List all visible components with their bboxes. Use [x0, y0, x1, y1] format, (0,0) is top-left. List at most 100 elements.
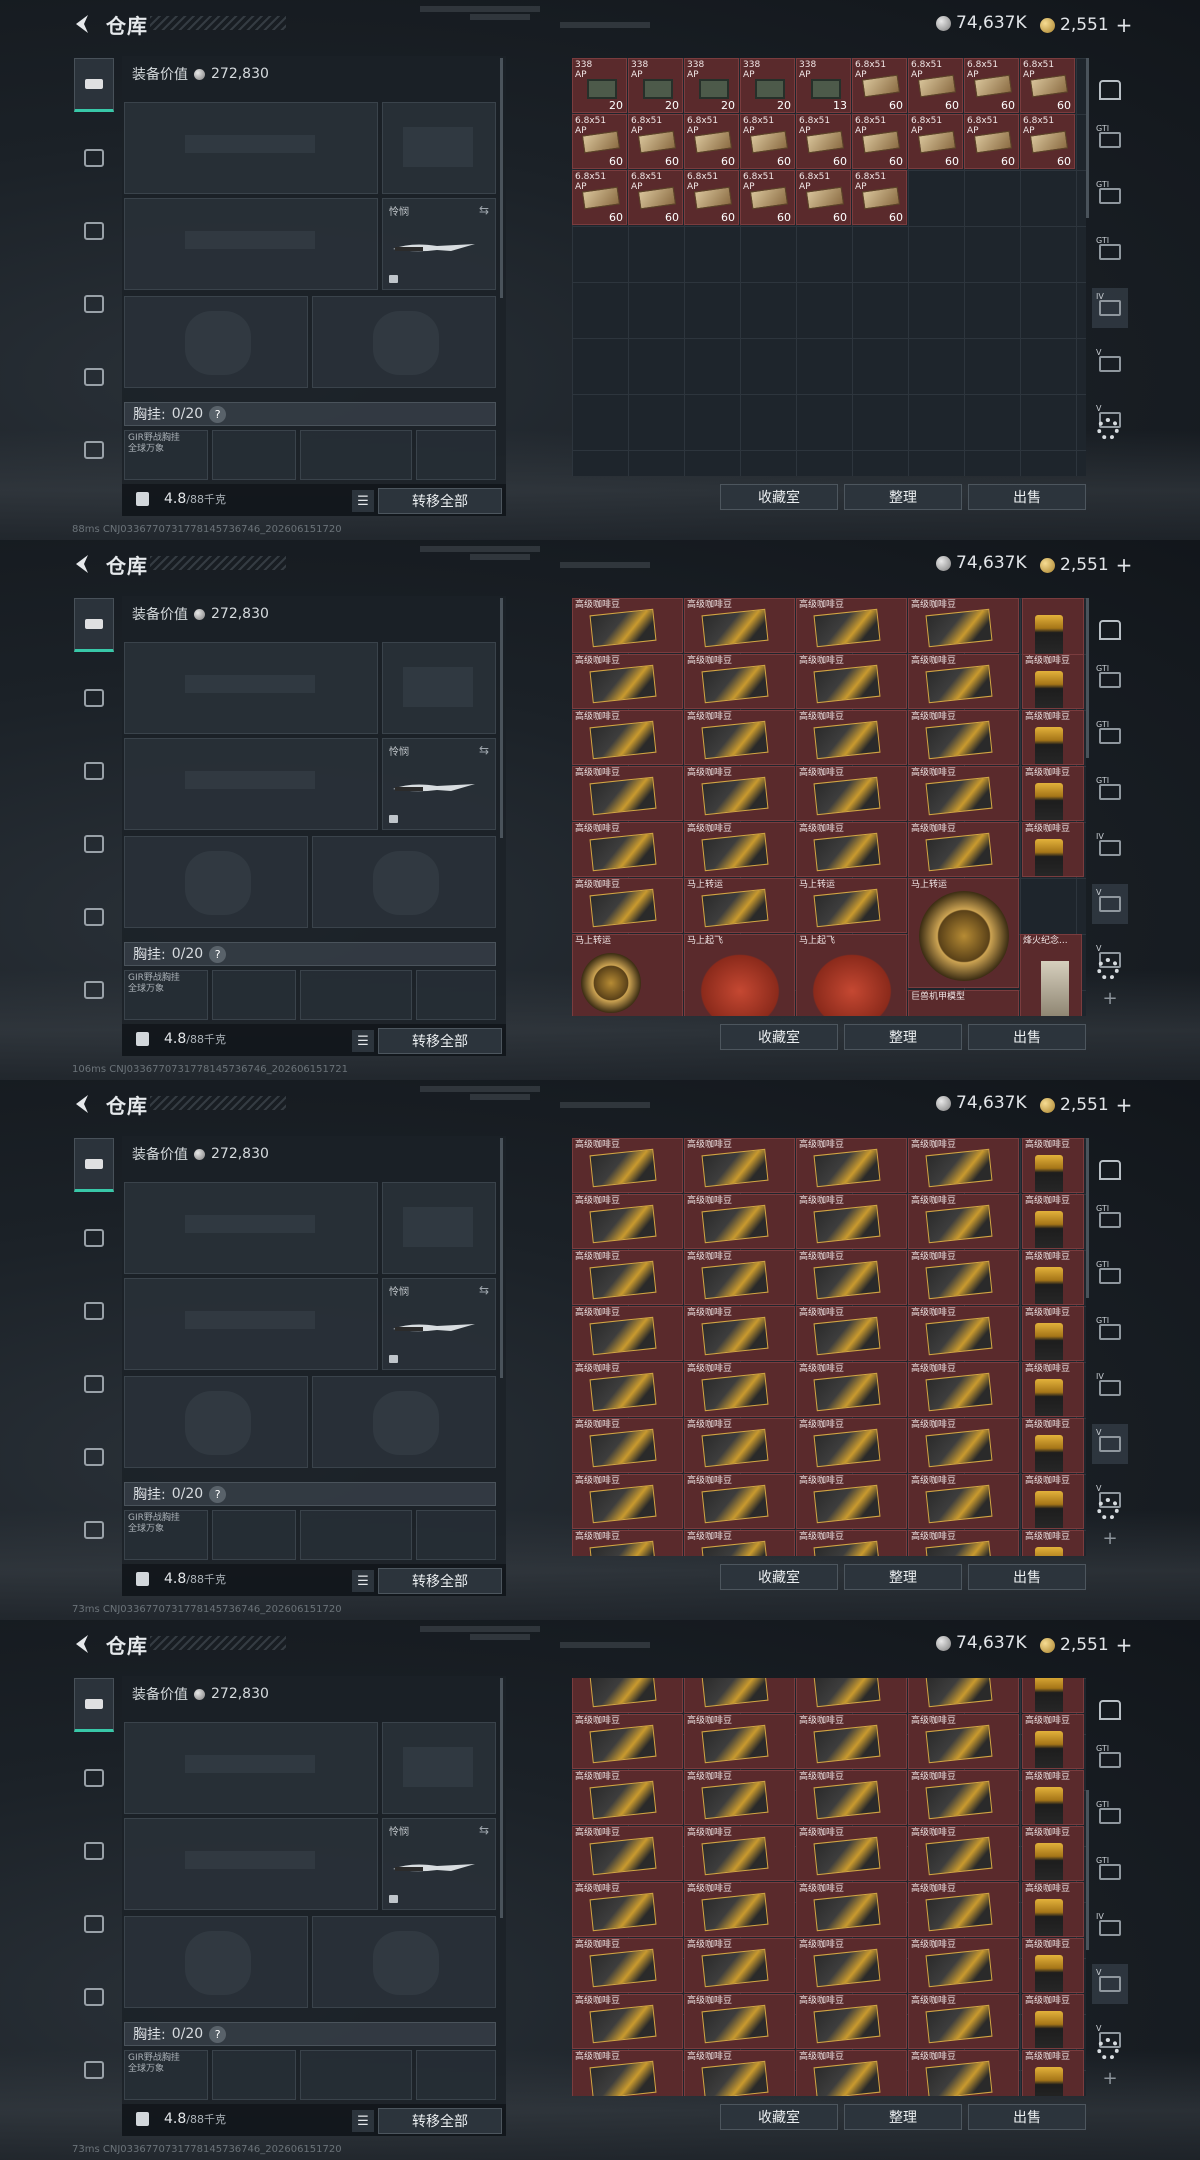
coffee-box-item[interactable]: 高级咖啡豆: [796, 1194, 907, 1249]
coffee-bag-item[interactable]: 高级咖啡豆: [1022, 1418, 1084, 1473]
coffee-box-item[interactable]: 高级咖啡豆: [684, 598, 795, 653]
secondary-weapon-slot[interactable]: [124, 1278, 378, 1370]
stash-item[interactable]: 6.8x51 AP 60: [628, 114, 683, 169]
stash-item[interactable]: 338 AP 20: [684, 58, 739, 113]
settings-gear-icon[interactable]: [1097, 2038, 1119, 2060]
coffee-box-item[interactable]: 高级咖啡豆: [908, 1882, 1019, 1937]
chest-rig-slot[interactable]: GIR野战胸挂 全球万象: [124, 2050, 208, 2100]
coffee-box-item[interactable]: 高级咖啡豆: [908, 1138, 1019, 1193]
coffee-box-item[interactable]: 高级咖啡豆: [572, 710, 683, 765]
coffee-box-item[interactable]: 高级咖啡豆: [908, 1530, 1019, 1556]
chest-rig-slot[interactable]: [416, 970, 496, 1020]
coffee-box-item[interactable]: 高级咖啡豆: [572, 1826, 683, 1881]
coffee-box-item[interactable]: 高级咖啡豆: [572, 598, 683, 653]
chest-rig-slot[interactable]: GIR野战胸挂 全球万象: [124, 1510, 208, 1560]
coffee-bag-item[interactable]: 高级咖啡豆: [1022, 1770, 1084, 1825]
coffee-box-item[interactable]: 高级咖啡豆: [572, 1250, 683, 1305]
coffee-box-item[interactable]: 高级咖啡豆: [684, 1194, 795, 1249]
coffee-box-item[interactable]: 高级咖啡豆: [908, 1306, 1019, 1361]
back-arrow-icon[interactable]: [70, 1092, 96, 1116]
settings-gear-icon[interactable]: [1097, 958, 1119, 980]
collection-button[interactable]: 收藏室: [720, 1564, 838, 1590]
stash-item[interactable]: 6.8x51 AP 60: [908, 114, 963, 169]
coffee-bag-item[interactable]: 高级咖啡豆: [1022, 654, 1084, 709]
nav-item-backpack[interactable]: [74, 1357, 114, 1411]
nav-item-backpack[interactable]: [74, 277, 114, 331]
coffee-bag-item[interactable]: 高级咖啡豆: [1022, 1714, 1084, 1769]
coffee-box-item[interactable]: 高级咖啡豆: [684, 1418, 795, 1473]
coffee-box-item[interactable]: 高级咖啡豆: [796, 1994, 907, 2049]
coffee-bag-item[interactable]: 高级咖啡豆: [1022, 1678, 1084, 1713]
coffee-box-item[interactable]: 高级咖啡豆: [572, 1678, 683, 1713]
nav-item-medical[interactable]: [74, 350, 114, 404]
nav-item-helmet[interactable]: [74, 1824, 114, 1878]
help-icon[interactable]: ?: [209, 405, 227, 423]
add-storage-icon[interactable]: +: [1092, 2058, 1128, 2098]
stash-item[interactable]: 6.8x51 AP 60: [1020, 58, 1075, 113]
stash-item[interactable]: 6.8x51 AP 60: [908, 58, 963, 113]
coffee-bag-item[interactable]: 高级咖啡豆: [1022, 1882, 1084, 1937]
coffee-box-item[interactable]: 高级咖啡豆: [908, 1194, 1019, 1249]
coffee-box-item[interactable]: 高级咖啡豆: [796, 1770, 907, 1825]
sell-button[interactable]: 出售: [968, 484, 1086, 510]
coffee-box-item[interactable]: 高级咖啡豆: [908, 822, 1019, 877]
chest-rig-slot[interactable]: [212, 1510, 296, 1560]
coffee-box-item[interactable]: 高级咖啡豆: [908, 654, 1019, 709]
stash-item[interactable]: 6.8x51 AP 60: [796, 114, 851, 169]
coffee-box-item[interactable]: 高级咖啡豆: [796, 822, 907, 877]
storage-tab-3[interactable]: GTI: [1092, 772, 1128, 812]
collection-button[interactable]: 收藏室: [720, 1024, 838, 1050]
pistol-slot[interactable]: [382, 1182, 496, 1274]
coffee-box-item[interactable]: 高级咖啡豆: [796, 1530, 907, 1556]
coffee-box-item[interactable]: 高级咖啡豆: [684, 1938, 795, 1993]
add-storage-icon[interactable]: +: [1092, 1518, 1128, 1558]
coffee-box-item[interactable]: 高级咖啡豆: [684, 1530, 795, 1556]
chest-rig-slot[interactable]: [300, 2050, 412, 2100]
help-icon[interactable]: ?: [209, 945, 227, 963]
chest-rig-slot[interactable]: [416, 430, 496, 480]
swap-icon[interactable]: ⇆: [479, 743, 489, 757]
coffee-box-item[interactable]: 高级咖啡豆: [572, 1994, 683, 2049]
coffee-bag-item[interactable]: 高级咖啡豆: [1022, 1938, 1084, 1993]
coffee-box-item[interactable]: 高级咖啡豆: [684, 822, 795, 877]
coffee-box-item[interactable]: 高级咖啡豆: [572, 2050, 683, 2096]
melee-slot[interactable]: 怜悯 ⇆: [382, 738, 496, 830]
coffee-box-item[interactable]: 高级咖啡豆: [796, 1474, 907, 1529]
stash-item[interactable]: 6.8x51 AP 60: [572, 114, 627, 169]
chest-rig-slot[interactable]: [416, 1510, 496, 1560]
storage-tab-1[interactable]: GTI: [1092, 120, 1128, 160]
storage-tab-3[interactable]: GTI: [1092, 1852, 1128, 1892]
special-item-horse[interactable]: 马上起飞: [684, 934, 795, 1016]
stash-scrollbar[interactable]: [1086, 58, 1089, 218]
melee-slot[interactable]: 怜悯 ⇆: [382, 1818, 496, 1910]
coffee-box-item[interactable]: 高级咖啡豆: [572, 1418, 683, 1473]
storage-tab-5[interactable]: V: [1092, 1424, 1128, 1464]
body-armor-slot[interactable]: [312, 1916, 496, 2008]
nav-item-toolbox[interactable]: [74, 1503, 114, 1557]
coffee-box-item[interactable]: 高级咖啡豆: [908, 1250, 1019, 1305]
helmet-slot[interactable]: [124, 1376, 308, 1468]
coffee-bag-item[interactable]: 高级咖啡豆: [1022, 2050, 1084, 2096]
coffee-box-item[interactable]: 高级咖啡豆: [684, 1770, 795, 1825]
storage-tab-5[interactable]: V: [1092, 1964, 1128, 2004]
coffee-box-item[interactable]: 高级咖啡豆: [796, 1882, 907, 1937]
nav-item-toolbox[interactable]: [74, 2043, 114, 2097]
coffee-box-item[interactable]: 高级咖啡豆: [572, 1194, 683, 1249]
coffee-bag-item[interactable]: 高级咖啡豆: [1022, 1194, 1084, 1249]
nav-item-backpack[interactable]: [74, 817, 114, 871]
pistol-slot[interactable]: [382, 642, 496, 734]
helmet-slot[interactable]: [124, 836, 308, 928]
coffee-box-item[interactable]: 高级咖啡豆: [908, 1678, 1019, 1713]
storage-tab-1[interactable]: GTI: [1092, 660, 1128, 700]
coffee-box-item[interactable]: 高级咖啡豆: [684, 1714, 795, 1769]
nav-item-armor[interactable]: [74, 1751, 114, 1805]
coffee-box-item[interactable]: 高级咖啡豆: [796, 1362, 907, 1417]
stash-item[interactable]: 6.8x51 AP 60: [572, 170, 627, 225]
coffee-bag-item[interactable]: 高级咖啡豆: [1022, 1138, 1084, 1193]
coffee-box-item[interactable]: 高级咖啡豆: [572, 822, 683, 877]
stash-scrollbar[interactable]: [1086, 598, 1089, 758]
storage-tab-2[interactable]: GTI: [1092, 716, 1128, 756]
nav-item-backpack[interactable]: [74, 1897, 114, 1951]
list-view-icon[interactable]: ☰: [352, 490, 374, 512]
storage-tab-1[interactable]: GTI: [1092, 1740, 1128, 1780]
